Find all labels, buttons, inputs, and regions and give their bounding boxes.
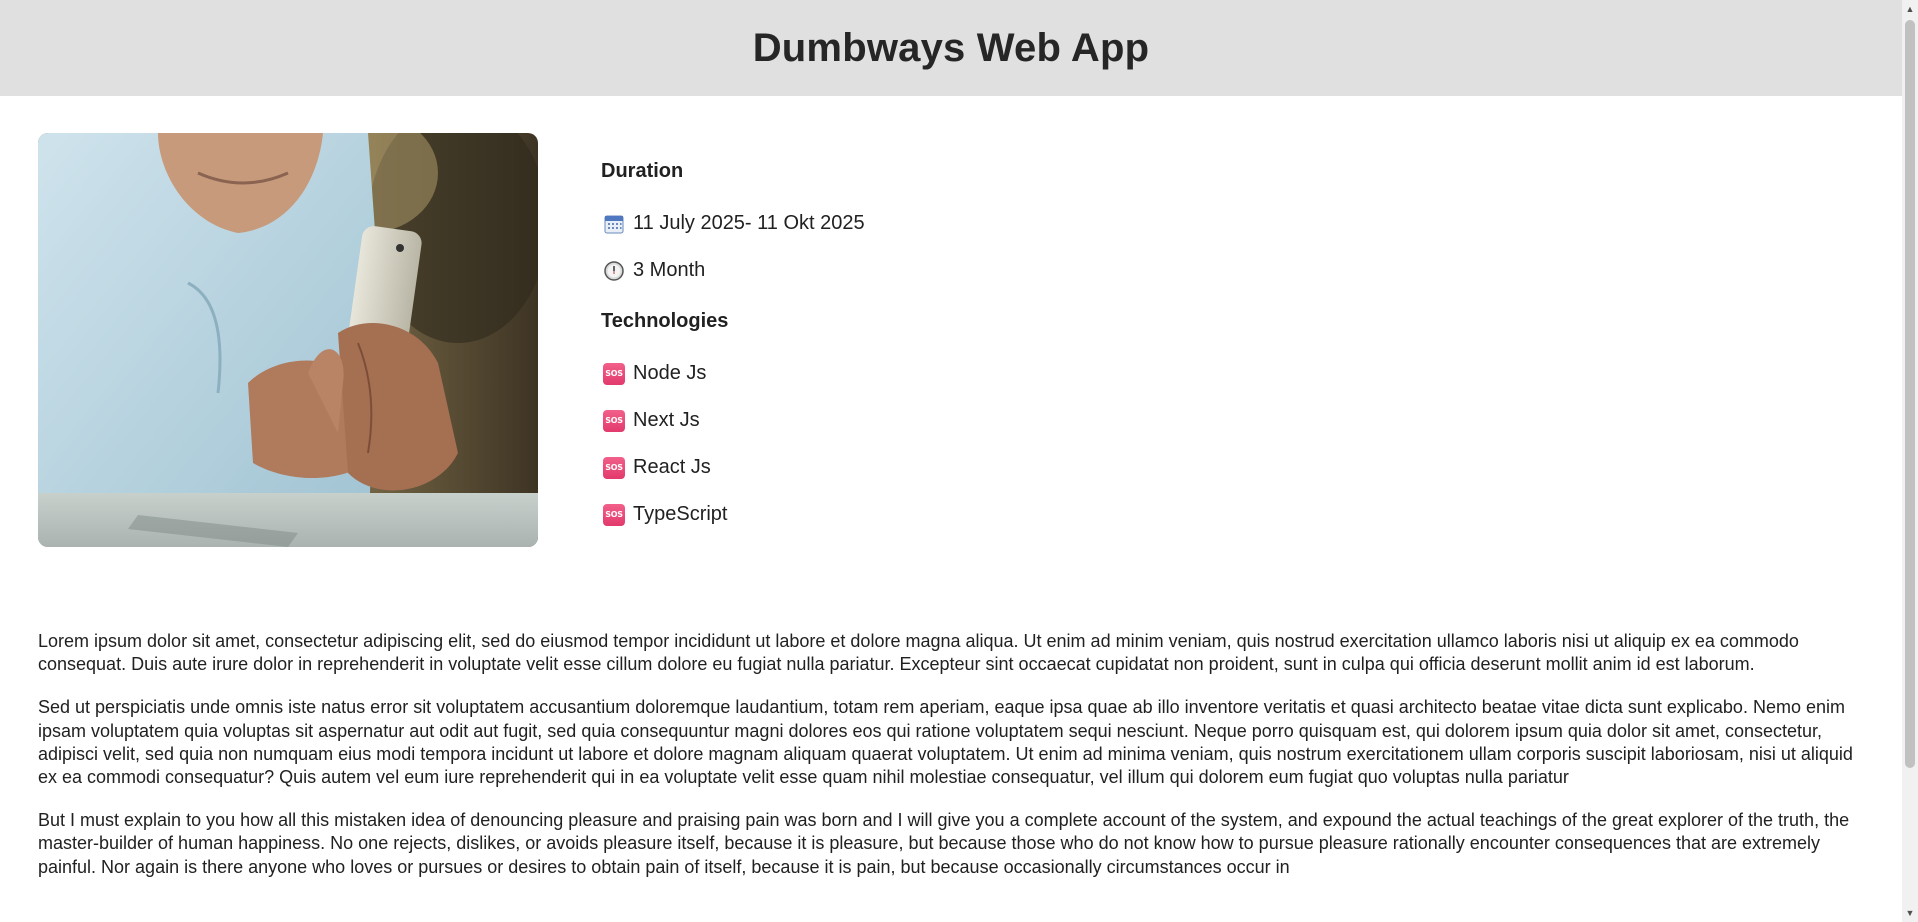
tech-label: React Js [633, 456, 711, 478]
tech-label: Next Js [633, 409, 700, 431]
vertical-scrollbar[interactable]: ▲ ▼ [1902, 0, 1918, 922]
description-paragraph: Lorem ipsum dolor sit amet, consectetur … [38, 631, 1799, 675]
technologies-heading: Technologies [601, 310, 729, 332]
app-header: Dumbways Web App [0, 0, 1902, 96]
sos-icon: SOS [603, 409, 625, 432]
scrollbar-thumb[interactable] [1905, 20, 1915, 768]
tech-item: SOS Node Js [603, 362, 706, 385]
page-title: Dumbways Web App [752, 25, 1150, 70]
duration-heading: Duration [601, 160, 684, 182]
scroll-up-arrow-icon[interactable]: ▲ [1905, 4, 1915, 14]
tech-label: Node Js [633, 362, 707, 384]
tech-item: SOS Next Js [603, 409, 700, 432]
tech-item: SOS TypeScript [603, 503, 727, 526]
duration-length-row: 3 Month [603, 259, 705, 282]
date-range-text: 11 July 2025- 11 Okt 2025 [633, 212, 865, 234]
project-description: Lorem ipsum dolor sit amet, consectetur … [38, 630, 1860, 899]
duration-length-text: 3 Month [633, 259, 706, 281]
project-image [38, 133, 538, 547]
description-paragraph: But I must explain to you how all this m… [38, 810, 1850, 877]
scroll-down-arrow-icon[interactable]: ▼ [1905, 908, 1915, 918]
sos-icon: SOS [603, 362, 625, 385]
date-range-row: 11 July 2025- 11 Okt 2025 [603, 212, 865, 235]
sos-icon: SOS [603, 456, 625, 479]
calendar-icon [603, 213, 625, 235]
tech-label: TypeScript [633, 503, 728, 525]
sos-icon: SOS [603, 503, 625, 526]
tech-item: SOS React Js [603, 456, 711, 479]
clock-icon [603, 260, 625, 282]
description-paragraph: Sed ut perspiciatis unde omnis iste natu… [38, 697, 1853, 788]
